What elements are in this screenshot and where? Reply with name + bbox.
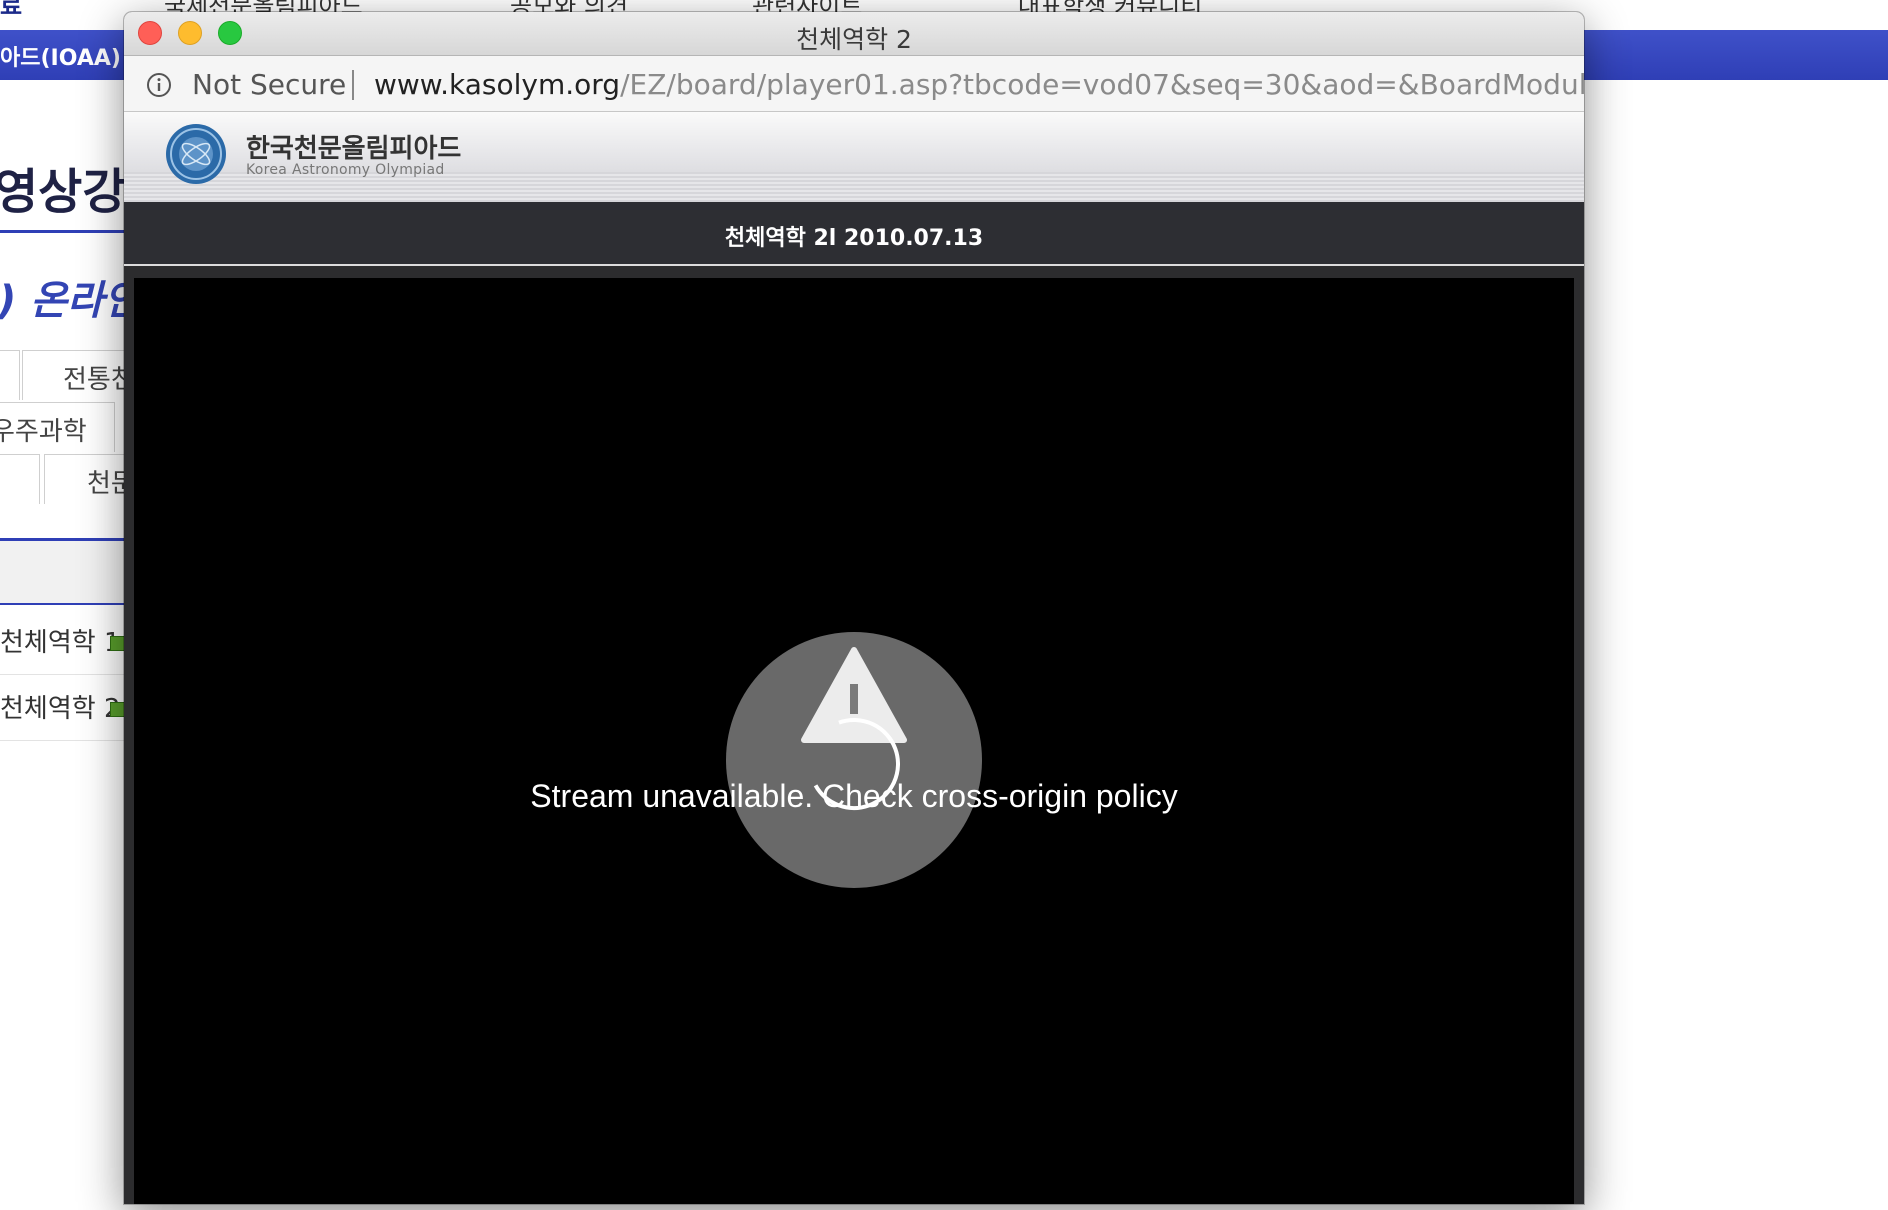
url-text[interactable]: www.kasolym.org/EZ/board/player01.asp?tb…	[374, 68, 1584, 101]
kao-logo-icon[interactable]	[164, 122, 228, 186]
attachment-icon	[110, 702, 125, 717]
video-title-bar: 천체역학 2l 2010.07.13	[124, 202, 1584, 266]
category-tab[interactable]: 전통천	[22, 350, 135, 400]
security-label[interactable]: Not Secure	[192, 68, 346, 101]
window-title: 천체역학 2	[796, 25, 912, 54]
video-player[interactable]: Stream unavailable. Check cross-origin p…	[134, 278, 1574, 1204]
attachment-icon	[110, 636, 125, 651]
list-header	[0, 541, 124, 605]
error-message: Stream unavailable. Check cross-origin p…	[530, 778, 1178, 814]
window-titlebar[interactable]: 천체역학 2	[124, 12, 1584, 56]
banner-text[interactable]: 아드(IOAA)	[0, 40, 121, 72]
site-name-english: Korea Astronomy Olympiad	[246, 162, 445, 178]
category-tab[interactable]: 천문	[44, 454, 135, 504]
site-name-korean: 한국천문올림피아드	[246, 134, 462, 164]
divider	[0, 230, 124, 233]
list-item[interactable]: 천체역학 1	[0, 610, 125, 675]
error-graphic	[801, 647, 907, 810]
site-header: 한국천문올림피아드 Korea Astronomy Olympiad	[124, 112, 1584, 202]
category-tab[interactable]	[0, 350, 20, 400]
info-icon[interactable]	[146, 72, 172, 98]
video-title: 천체역학 2l 2010.07.13	[724, 226, 984, 251]
background-subheading: ) 온라인	[0, 278, 141, 324]
list-item[interactable]: 천체역학 2	[0, 676, 125, 741]
popup-window: 천체역학 2 Not Secure www.kasolym.org/EZ/boa…	[124, 12, 1584, 1204]
address-bar[interactable]: Not Secure www.kasolym.org/EZ/board/play…	[124, 56, 1584, 112]
nav-item[interactable]: 료	[0, 0, 22, 21]
category-tab[interactable]: 우주과학	[0, 402, 115, 452]
warning-icon	[801, 647, 907, 743]
category-tab[interactable]	[0, 454, 40, 504]
divider	[352, 70, 354, 100]
